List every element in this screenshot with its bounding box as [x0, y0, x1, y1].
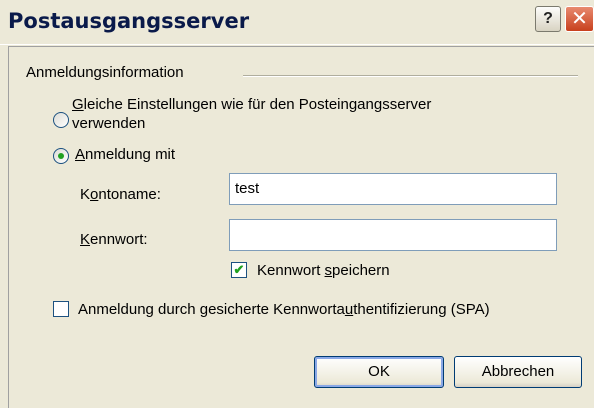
password-input[interactable] — [229, 219, 557, 251]
cancel-button[interactable]: Abbrechen — [454, 356, 582, 388]
same-settings-radio[interactable] — [53, 112, 69, 128]
same-settings-text-2: verwenden — [72, 115, 146, 132]
account-name-input[interactable]: test — [229, 173, 557, 205]
password-label: Kennwort: — [80, 231, 148, 248]
login-with-accesskey: A — [75, 146, 86, 163]
help-button[interactable]: ? — [535, 6, 561, 32]
save-password-label[interactable]: Kennwort speichern — [257, 262, 390, 279]
window-title: Postausgangsserver — [8, 9, 250, 33]
title-bar: Postausgangsserver ? ✕ — [0, 0, 594, 45]
save-password-checkbox[interactable]: ✔ — [231, 262, 247, 278]
account-name-label: Kontoname: — [80, 186, 161, 203]
spa-label[interactable]: Anmeldung durch gesicherte Kennwortauthe… — [78, 301, 490, 318]
same-settings-accesskey: G — [72, 96, 84, 113]
group-divider — [243, 75, 578, 77]
help-icon: ? — [543, 10, 553, 27]
close-icon: ✕ — [571, 8, 588, 30]
login-with-text: nmeldung mit — [85, 146, 176, 163]
login-with-radio[interactable] — [53, 148, 69, 164]
spa-checkbox[interactable] — [53, 301, 69, 317]
same-settings-label[interactable]: Gleiche Einstellungen wie für den Postei… — [72, 95, 431, 133]
same-settings-text-1: leiche Einstellungen wie für den Postein… — [83, 96, 432, 113]
close-button[interactable]: ✕ — [565, 6, 594, 32]
group-label: Anmeldungsinformation — [26, 64, 184, 81]
checkmark-icon: ✔ — [233, 262, 245, 277]
ok-button[interactable]: OK — [314, 356, 444, 388]
login-with-label[interactable]: Anmeldung mit — [75, 146, 175, 163]
